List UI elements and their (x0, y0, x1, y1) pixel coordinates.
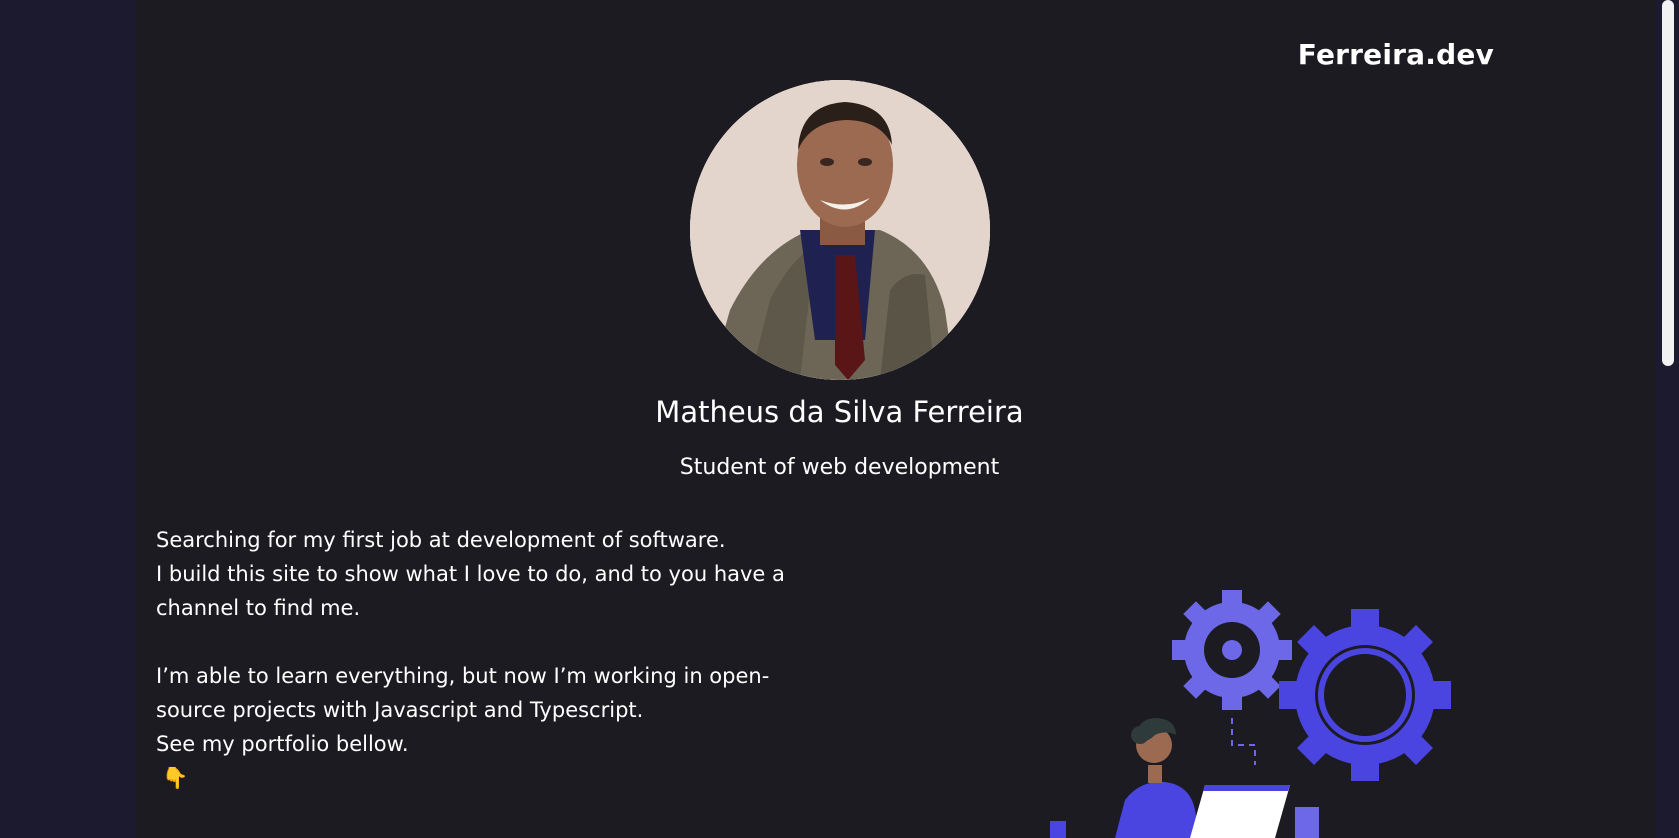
developer-figure (1115, 717, 1200, 838)
about-text: Searching for my first job at developmen… (156, 523, 836, 829)
profile-name: Matheus da Silva Ferreira (655, 395, 1024, 429)
gear-icon (1172, 590, 1292, 710)
brand-logo-link[interactable]: Ferreira.dev (1298, 38, 1494, 71)
about-line: I’m able to learn everything, but now I’… (156, 664, 770, 722)
portfolio-hint: See my portfolio bellow. (156, 732, 409, 756)
scrollbar-thumb[interactable] (1662, 0, 1674, 366)
developer-illustration (1050, 590, 1451, 838)
about-paragraph-1: Searching for my first job at developmen… (156, 523, 836, 625)
avatar (690, 80, 990, 380)
laptop-icon (1190, 785, 1319, 838)
about-paragraph-2: I’m able to learn everything, but now I’… (156, 659, 836, 795)
about-line: See my portfolio bellow. 👇 (156, 727, 836, 795)
pointing-down-icon: 👇 (162, 766, 189, 790)
avatar-photo (690, 80, 990, 380)
mug-icon (1050, 821, 1066, 838)
about-line: Searching for my first job at developmen… (156, 528, 726, 552)
profile-role: Student of web development (679, 455, 1000, 480)
about-line: I build this site to show what I love to… (156, 562, 785, 620)
page-scrollbar[interactable] (1655, 0, 1679, 838)
gear-icon (1279, 609, 1451, 781)
page: Ferreira.dev Matheus da Silva Ferreira S… (0, 0, 1679, 838)
